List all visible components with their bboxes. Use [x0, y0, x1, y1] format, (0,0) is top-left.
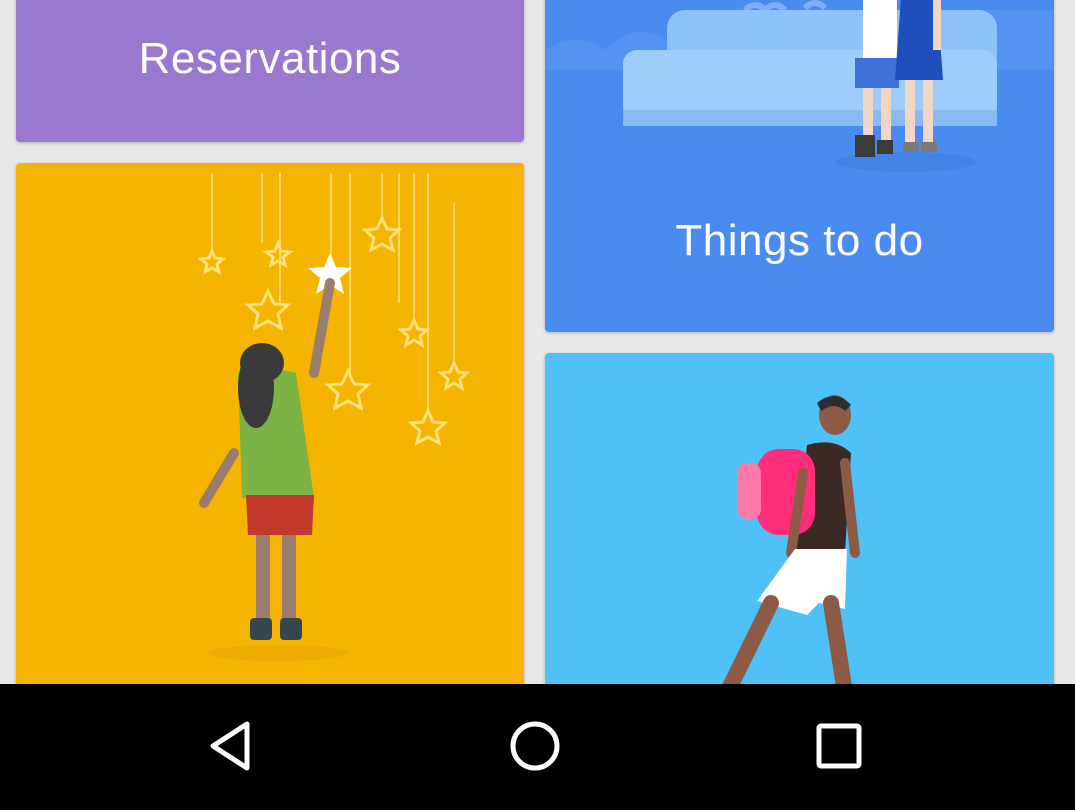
back-icon[interactable] [188, 706, 278, 786]
hiker-with-backpack-illustration [719, 395, 860, 701]
reach-for-stars-card[interactable] [16, 163, 524, 703]
recents-icon[interactable] [794, 706, 884, 786]
things-to-do-card[interactable]: Things to do [545, 0, 1054, 332]
reservations-label: Reservations [138, 34, 402, 83]
reservations-card[interactable]: Reservations [16, 0, 524, 142]
explore-card[interactable] [545, 353, 1054, 703]
navigation-bar [0, 684, 1075, 810]
girl-reaching-stars-illustration [197, 173, 471, 661]
couple-on-couch-illustration [545, 0, 1054, 172]
things-to-do-label: Things to do [675, 216, 924, 265]
home-icon[interactable] [490, 706, 580, 786]
